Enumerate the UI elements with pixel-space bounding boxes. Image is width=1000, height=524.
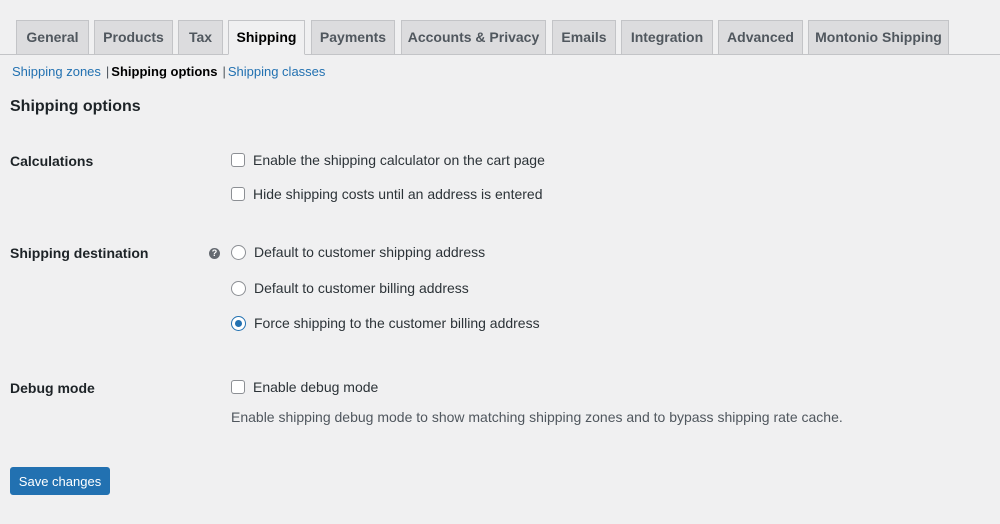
destination-radio-billing[interactable] xyxy=(231,280,246,296)
tab-tax[interactable]: Tax xyxy=(178,20,223,54)
shipping-calculator-checkbox[interactable] xyxy=(231,153,245,167)
tab-montonio-shipping[interactable]: Montonio Shipping xyxy=(808,20,949,54)
destination-radio-force-billing[interactable] xyxy=(231,315,246,331)
tab-emails[interactable]: Emails xyxy=(552,20,616,54)
save-changes-button[interactable]: Save changes xyxy=(10,467,110,495)
debug-mode-label: Debug mode xyxy=(10,380,95,396)
destination-option-shipping-address[interactable]: Default to customer shipping address xyxy=(231,244,485,260)
tab-products[interactable]: Products xyxy=(94,20,173,54)
tab-payments[interactable]: Payments xyxy=(311,20,395,54)
debug-mode-option-label: Enable debug mode xyxy=(253,379,379,395)
calculations-label: Calculations xyxy=(10,153,94,169)
hide-shipping-costs-checkbox[interactable] xyxy=(231,187,245,201)
shipping-subnav: Shipping zones | Shipping options | Shipping… xyxy=(12,64,325,79)
subnav-shipping-options: Shipping options xyxy=(111,64,218,79)
debug-mode-option[interactable]: Enable debug mode xyxy=(231,379,378,395)
subnav-shipping-zones[interactable]: Shipping zones xyxy=(12,64,101,79)
destination-radio-shipping[interactable] xyxy=(231,244,246,260)
shipping-destination-label: Shipping destination xyxy=(10,245,149,261)
tab-integration[interactable]: Integration xyxy=(621,20,713,54)
destination-option-label: Default to customer shipping address xyxy=(254,244,486,260)
destination-option-force-billing[interactable]: Force shipping to the customer billing a… xyxy=(231,315,540,331)
shipping-calculator-option[interactable]: Enable the shipping calculator on the ca… xyxy=(231,152,545,168)
settings-tabs: General Products Tax Shipping Payments A… xyxy=(0,0,1000,55)
tab-advanced[interactable]: Advanced xyxy=(718,20,803,54)
hide-shipping-costs-label: Hide shipping costs until an address is … xyxy=(253,186,543,202)
subnav-separator: | xyxy=(222,64,226,79)
subnav-shipping-classes[interactable]: Shipping classes xyxy=(228,64,326,79)
tab-accounts-privacy[interactable]: Accounts & Privacy xyxy=(401,20,546,54)
page-title: Shipping options xyxy=(10,98,141,115)
debug-mode-checkbox[interactable] xyxy=(231,380,245,394)
subnav-separator: | xyxy=(105,64,110,79)
debug-mode-description: Enable shipping debug mode to show match… xyxy=(231,409,843,425)
shipping-calculator-label: Enable the shipping calculator on the ca… xyxy=(253,152,545,168)
tab-general[interactable]: General xyxy=(16,20,89,54)
destination-option-label: Force shipping to the customer billing a… xyxy=(254,315,540,331)
hide-shipping-costs-option[interactable]: Hide shipping costs until an address is … xyxy=(231,186,543,202)
destination-option-billing-address[interactable]: Default to customer billing address xyxy=(231,280,469,296)
tab-shipping[interactable]: Shipping xyxy=(228,20,305,55)
help-icon[interactable]: ? xyxy=(209,248,220,259)
destination-option-label: Default to customer billing address xyxy=(254,280,469,296)
